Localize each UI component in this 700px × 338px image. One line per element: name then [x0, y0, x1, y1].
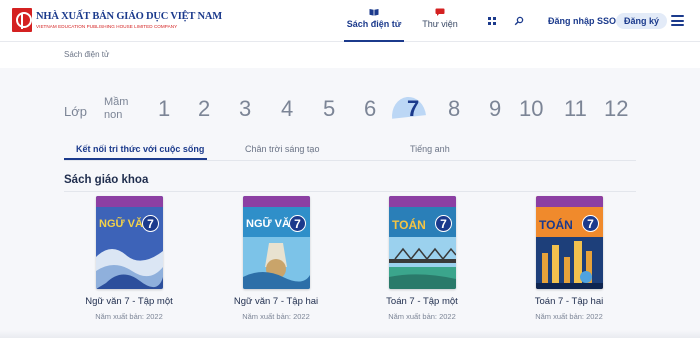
book-title[interactable]: Toán 7 - Tập một — [357, 296, 487, 307]
sso-login-link[interactable]: Đăng nhập SSO — [548, 16, 616, 26]
breadcrumb[interactable]: Sách điện tử — [64, 50, 109, 59]
hamburger-menu-icon[interactable] — [671, 15, 684, 26]
grade-9[interactable]: 9 — [489, 96, 501, 122]
grade-1[interactable]: 1 — [158, 96, 170, 122]
grade-6[interactable]: 6 — [364, 96, 376, 122]
cover-illustration — [243, 237, 310, 289]
grade-preschool[interactable]: Mầm non — [104, 96, 128, 122]
nav-tab-library[interactable]: Thư viện — [418, 8, 462, 29]
logo-mark-icon — [12, 8, 32, 32]
section-title: Sách giáo khoa — [64, 174, 149, 186]
logo-subtitle: VIETNAM EDUCATION PUBLISHING HOUSE LIMIT… — [36, 23, 178, 29]
cover-illustration — [389, 237, 456, 289]
grade-8[interactable]: 8 — [448, 96, 460, 122]
section-divider — [64, 191, 636, 192]
cover-title: TOÁN — [392, 218, 426, 232]
cover-grade-badge: 7 — [142, 215, 159, 232]
tab-tieng-anh[interactable]: Tiếng anh — [410, 144, 450, 154]
book-title[interactable]: Toán 7 - Tập hai — [504, 296, 634, 307]
nav-tab-library-label: Thư viện — [422, 19, 458, 29]
cover-title: TOÁN — [539, 218, 573, 232]
cover-illustration — [96, 248, 163, 289]
book-year: Năm xuất bản: 2022 — [95, 312, 163, 321]
grade-3[interactable]: 3 — [239, 96, 251, 122]
active-series-underline — [64, 158, 207, 160]
tab-ket-noi-tri-thuc[interactable]: Kết nối tri thức với cuộc sống — [76, 144, 204, 154]
publisher-logo[interactable]: NHÀ XUẤT BẢN GIÁO DỤC VIỆT NAM VIETNAM E… — [12, 8, 222, 32]
cover-grade-badge: 7 — [289, 215, 306, 232]
grade-2[interactable]: 2 — [198, 96, 210, 122]
cover-grade-badge: 7 — [582, 215, 599, 232]
book-cover[interactable]: TOÁN 7 — [389, 196, 456, 289]
search-icon[interactable] — [514, 16, 524, 26]
book-icon — [369, 9, 379, 16]
nav-tab-ebooks-label: Sách điện tử — [346, 19, 402, 29]
book-year: Năm xuất bản: 2022 — [388, 312, 456, 321]
top-header: NHÀ XUẤT BẢN GIÁO DỤC VIỆT NAM VIETNAM E… — [0, 0, 700, 42]
grade-5[interactable]: 5 — [323, 96, 335, 122]
nav-tab-ebooks[interactable]: Sách điện tử — [344, 8, 404, 42]
grade-12[interactable]: 12 — [604, 96, 628, 122]
cover-illustration — [536, 237, 603, 289]
book-cover[interactable]: TOÁN 7 — [536, 196, 603, 289]
cover-grade-badge: 7 — [435, 215, 452, 232]
series-tabs: Kết nối tri thức với cuộc sống Chân trời… — [64, 136, 636, 161]
grade-4[interactable]: 4 — [281, 96, 293, 122]
content-bottom-fade — [0, 330, 700, 338]
tab-chan-troi-sang-tao[interactable]: Chân trời sáng tạo — [245, 144, 319, 154]
grade-7[interactable]: 7 — [407, 96, 419, 122]
chat-icon — [435, 8, 445, 16]
book-year: Năm xuất bản: 2022 — [242, 312, 310, 321]
book-cover[interactable]: NGỮ VĂN 7 — [243, 196, 310, 289]
grade-10[interactable]: 10 — [519, 96, 543, 122]
logo-title: NHÀ XUẤT BẢN GIÁO DỤC VIỆT NAM — [36, 10, 222, 22]
book-title[interactable]: Ngữ văn 7 - Tập một — [64, 296, 194, 307]
apps-grid-icon[interactable] — [487, 16, 497, 26]
book-cover[interactable]: NGỮ VĂN 7 — [96, 196, 163, 289]
grade-label: Lớp — [64, 104, 87, 119]
book-year: Năm xuất bản: 2022 — [535, 312, 603, 321]
book-title[interactable]: Ngữ văn 7 - Tập hai — [211, 296, 341, 307]
grade-11[interactable]: 11 — [564, 96, 587, 122]
register-button[interactable]: Đăng ký — [616, 13, 667, 29]
